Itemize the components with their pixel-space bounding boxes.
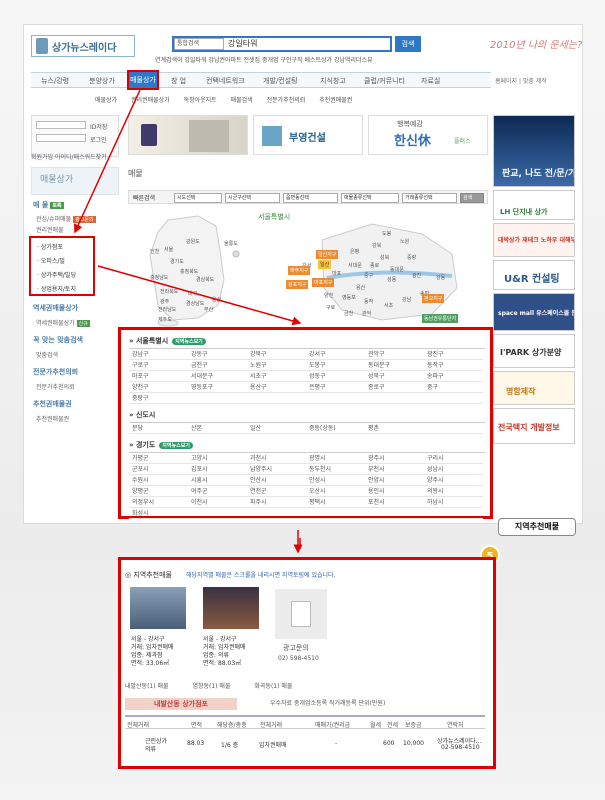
annotation-arrows [74,89,303,554]
